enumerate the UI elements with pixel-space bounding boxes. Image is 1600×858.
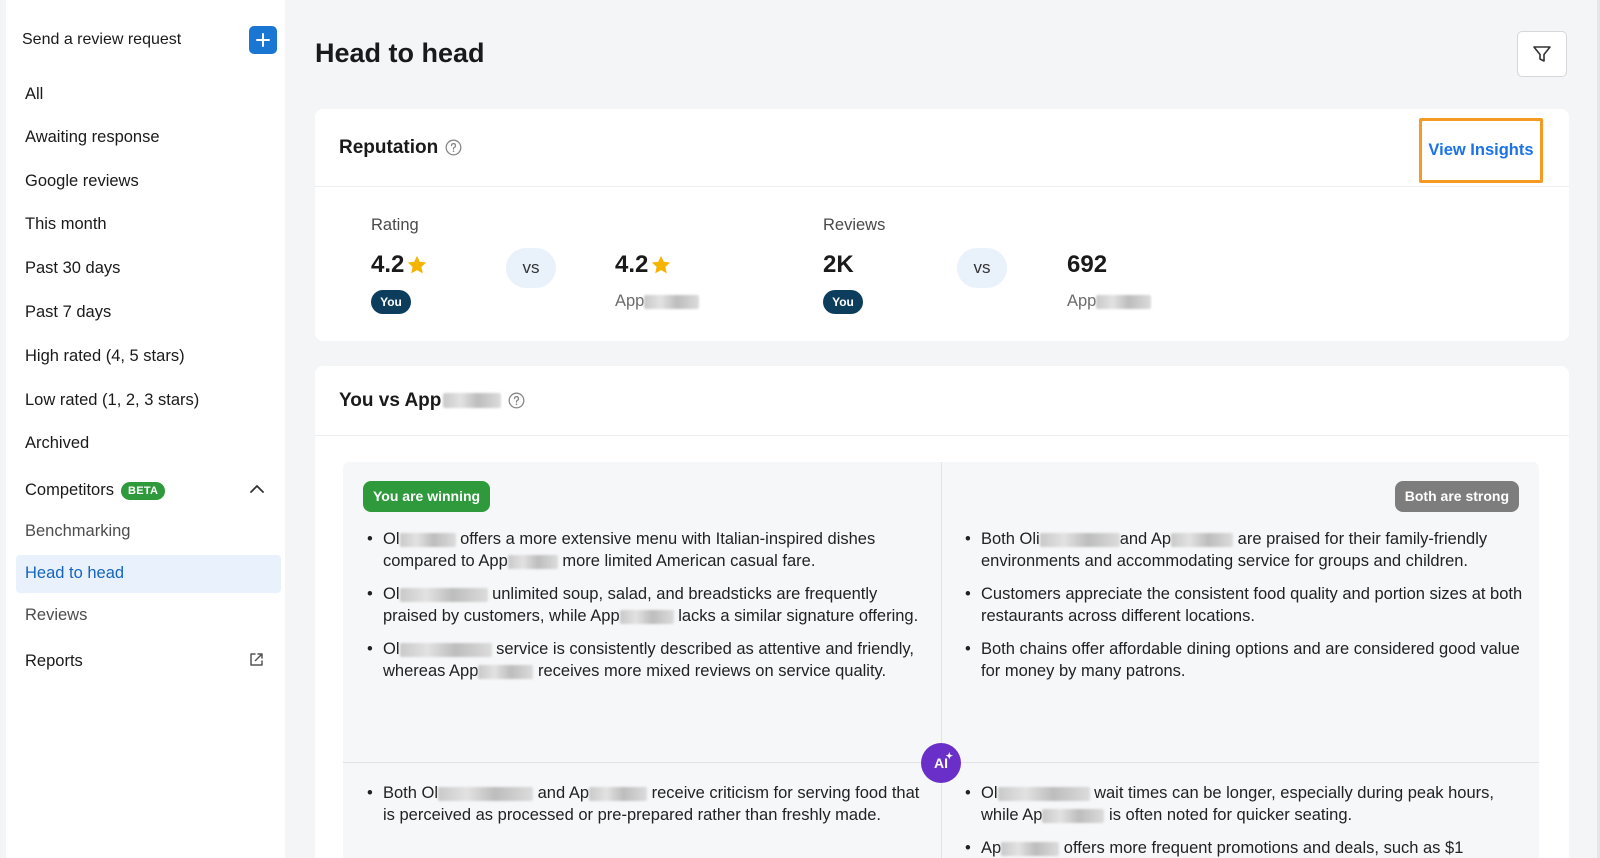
- comparison-title: You vs App: [339, 389, 442, 411]
- help-icon[interactable]: [445, 139, 462, 156]
- sidebar-item-awaiting-response[interactable]: Awaiting response: [25, 127, 160, 147]
- rating-competitor-name: App: [615, 292, 700, 311]
- beta-badge: BETA: [120, 481, 166, 500]
- list-item: Ol service is consistently described as …: [365, 638, 925, 682]
- ai-badge[interactable]: AI ✦: [921, 743, 961, 783]
- sidebar-item-this-month[interactable]: This month: [25, 214, 107, 234]
- list-item: Customers appreciate the consistent food…: [963, 583, 1523, 627]
- sidebar-item-reports[interactable]: Reports: [25, 651, 83, 671]
- external-link-icon[interactable]: [249, 652, 264, 667]
- vertical-divider: [941, 462, 942, 858]
- rating-vs: vs: [506, 248, 556, 288]
- list-item: Ol unlimited soup, salad, and breadstick…: [365, 583, 925, 627]
- list-item: Both Oliand Ap are praised for their fam…: [963, 528, 1523, 572]
- sidebar-item-all[interactable]: All: [25, 84, 43, 104]
- rating-label: Rating: [371, 216, 419, 234]
- sidebar-item-competitors[interactable]: Competitors BETA: [25, 481, 166, 500]
- sidebar-item-low-rated[interactable]: Low rated (1, 2, 3 stars): [25, 390, 199, 410]
- losing-list: Ol wait times can be longer, especially …: [963, 782, 1523, 858]
- plus-icon: [256, 33, 270, 47]
- redacted-text: [1096, 294, 1152, 309]
- reviews-you-badge: You: [823, 290, 863, 314]
- filter-icon: [1533, 46, 1551, 62]
- reviews-competitor-name-text: App: [1067, 292, 1097, 310]
- rating-comp-value: 4.2: [615, 251, 672, 279]
- sidebar-item-google-reviews[interactable]: Google reviews: [25, 171, 139, 191]
- chevron-up-icon[interactable]: [249, 483, 265, 495]
- reputation-card: Reputation Rating 4.2 You vs 4.2 App Rev…: [315, 109, 1569, 341]
- rating-you-number: 4.2: [371, 251, 405, 278]
- winning-list: Ol offers a more extensive menu with Ita…: [365, 528, 925, 693]
- comparison-grid: You are winning Both are strong Ol offer…: [343, 462, 1539, 858]
- add-request-button[interactable]: [249, 26, 277, 54]
- reviews-vs: vs: [957, 248, 1007, 288]
- view-insights-link[interactable]: View Insights: [1428, 141, 1533, 160]
- list-item: Ap offers more frequent promotions and d…: [963, 837, 1523, 858]
- rating-you-badge: You: [371, 290, 411, 314]
- redacted-text: [644, 294, 700, 309]
- both-are-strong-tag: Both are strong: [1394, 481, 1519, 512]
- you-are-winning-tag: You are winning: [363, 481, 491, 512]
- list-item: Both chains offer affordable dining opti…: [963, 638, 1523, 682]
- page-title: Head to head: [315, 38, 485, 68]
- weak-list: Both Ol and Ap receive criticism for ser…: [365, 782, 925, 837]
- sidebar-item-archived[interactable]: Archived: [25, 433, 89, 453]
- help-icon[interactable]: [508, 392, 525, 409]
- reputation-header: Reputation: [315, 109, 1569, 187]
- send-review-request-row[interactable]: Send a review request: [22, 24, 277, 56]
- redacted-text: [443, 393, 502, 408]
- sidebar-item-past-30-days[interactable]: Past 30 days: [25, 258, 120, 278]
- sidebar-item-benchmarking[interactable]: Benchmarking: [25, 521, 130, 541]
- list-item: Ol wait times can be longer, especially …: [963, 782, 1523, 826]
- rating-competitor-name-text: App: [615, 292, 645, 310]
- sidebar-item-past-7-days[interactable]: Past 7 days: [25, 302, 111, 322]
- star-icon: [652, 255, 671, 274]
- reviews-you-value: 2K: [823, 251, 854, 278]
- sidebar-item-high-rated[interactable]: High rated (4, 5 stars): [25, 346, 185, 366]
- view-insights-highlight: View Insights: [1419, 118, 1543, 183]
- sparkle-icon: ✦: [945, 751, 953, 761]
- send-review-request-label: Send a review request: [22, 31, 182, 48]
- strong-list: Both Oliand Ap are praised for their fam…: [963, 528, 1523, 693]
- comparison-card: You vs App You are winning Both are stro…: [315, 366, 1569, 858]
- star-icon: [408, 255, 427, 274]
- sidebar-item-reviews[interactable]: Reviews: [25, 605, 87, 625]
- competitors-label: Competitors: [25, 481, 114, 499]
- list-item: Both Ol and Ap receive criticism for ser…: [365, 782, 925, 826]
- rating-you-value: 4.2: [371, 251, 428, 279]
- list-item: Ol offers a more extensive menu with Ita…: [365, 528, 925, 572]
- reviews-label: Reviews: [823, 216, 886, 234]
- reviews-competitor-name: App: [1067, 292, 1152, 311]
- reputation-title: Reputation: [339, 136, 439, 158]
- filter-button[interactable]: [1517, 31, 1567, 77]
- sidebar: Send a review request All Awaiting respo…: [6, 0, 285, 858]
- reviews-comp-value: 692: [1067, 251, 1108, 278]
- sidebar-item-head-to-head[interactable]: Head to head: [25, 563, 124, 583]
- comparison-header: You vs App: [315, 366, 1569, 436]
- rating-comp-number: 4.2: [615, 251, 649, 278]
